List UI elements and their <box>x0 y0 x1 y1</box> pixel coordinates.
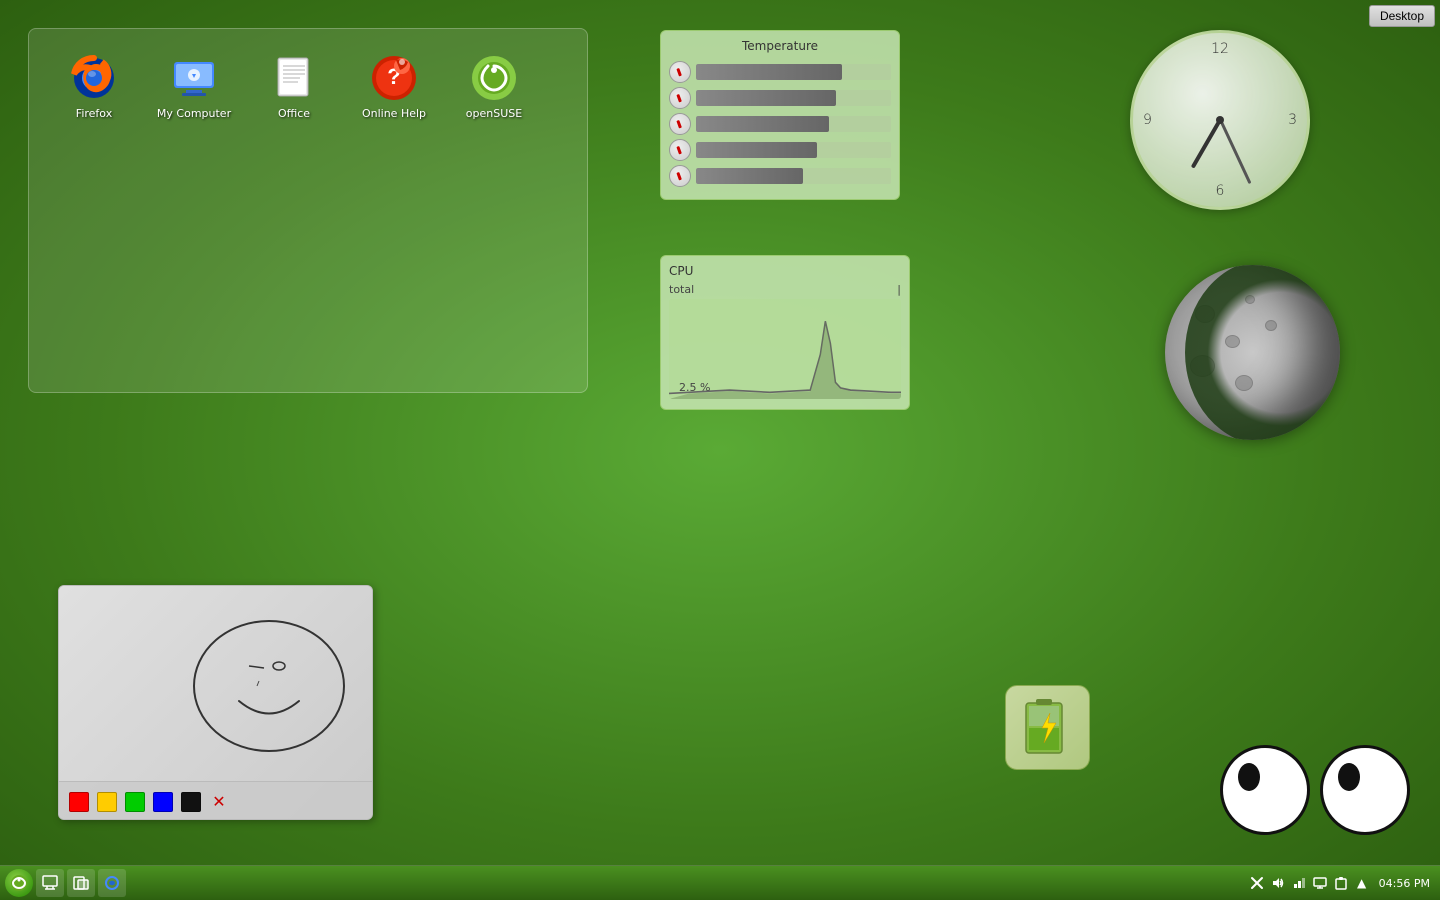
taskbar-tray: ▲ 04:56 PM <box>1248 874 1435 892</box>
temp-bar-container-1 <box>696 64 891 80</box>
office-label: Office <box>278 107 310 120</box>
onlinehelp-icon: ? <box>370 54 418 102</box>
clock-6: 6 <box>1216 183 1225 199</box>
cpu-stats: total | <box>669 283 901 296</box>
firefox-icon-item[interactable]: Firefox <box>49 49 139 125</box>
office-icon-item[interactable]: Office <box>249 49 339 125</box>
temp-bar-container-5 <box>696 168 891 184</box>
temp-gauge-2 <box>669 87 691 109</box>
cpu-percentage: 2.5 % <box>679 381 710 394</box>
eyes-widget <box>1220 745 1410 835</box>
temp-bar-4 <box>696 142 817 158</box>
temp-gauge-5 <box>669 165 691 187</box>
firefox-icon <box>70 54 118 102</box>
taskbar-start-button[interactable] <box>5 869 33 897</box>
drawing-widget[interactable]: ✕ <box>58 585 373 820</box>
clock-widget: 12 3 6 9 <box>1130 30 1310 210</box>
battery-widget <box>1005 685 1090 770</box>
moon-face <box>1165 265 1340 440</box>
taskbar: ▲ 04:56 PM <box>0 865 1440 900</box>
clock-12: 12 <box>1211 41 1229 57</box>
desktop: Desktop Firefox <box>0 0 1440 900</box>
temp-row-2 <box>669 87 891 109</box>
cpu-bar-indicator: | <box>897 283 901 296</box>
opensuse-icon-item[interactable]: openSUSE <box>449 49 539 125</box>
minute-hand <box>1219 119 1251 184</box>
tray-clipboard-icon[interactable] <box>1332 874 1350 892</box>
onlinehelp-label: Online Help <box>362 107 426 120</box>
color-green[interactable] <box>125 792 145 812</box>
cpu-title: CPU <box>669 264 693 278</box>
cpu-header: CPU <box>669 264 901 278</box>
cpu-graph: 2.5 % <box>669 299 901 399</box>
temp-bar-1 <box>696 64 842 80</box>
taskbar-btn-1[interactable] <box>36 869 64 897</box>
taskbar-btn-2[interactable] <box>67 869 95 897</box>
icon-grid: Firefox My Computer <box>29 29 587 145</box>
temp-bar-container-3 <box>696 116 891 132</box>
hour-hand <box>1191 119 1222 169</box>
firefox-label: Firefox <box>76 107 112 120</box>
cpu-total-label: total <box>669 283 694 296</box>
color-black[interactable] <box>181 792 201 812</box>
clock-3: 3 <box>1288 112 1297 128</box>
drawing-canvas[interactable] <box>59 586 372 781</box>
desktop-button[interactable]: Desktop <box>1369 5 1435 27</box>
icon-area: Firefox My Computer <box>28 28 588 393</box>
temp-gauge-4 <box>669 139 691 161</box>
tray-network-icon[interactable] <box>1290 874 1308 892</box>
temp-row-1 <box>669 61 891 83</box>
office-icon <box>270 54 318 102</box>
taskbar-time: 04:56 PM <box>1374 877 1435 890</box>
color-red[interactable] <box>69 792 89 812</box>
color-yellow[interactable] <box>97 792 117 812</box>
pupil-right <box>1338 763 1360 791</box>
taskbar-btn-3[interactable] <box>98 869 126 897</box>
onlinehelp-icon-item[interactable]: ? Online Help <box>349 49 439 125</box>
tray-arrow-icon[interactable]: ▲ <box>1353 874 1371 892</box>
clock-center <box>1216 116 1224 124</box>
temp-row-4 <box>669 139 891 161</box>
drawing-svg <box>59 586 373 781</box>
temp-gauge-3 <box>669 113 691 135</box>
temp-row-5 <box>669 165 891 187</box>
drawing-toolbar: ✕ <box>59 781 372 820</box>
temp-bar-5 <box>696 168 803 184</box>
cpu-widget: CPU total | 2.5 % <box>660 255 910 410</box>
tray-display-icon[interactable] <box>1311 874 1329 892</box>
clock-9: 9 <box>1143 112 1152 128</box>
temperature-widget: Temperature <box>660 30 900 200</box>
temp-bar-container-2 <box>696 90 891 106</box>
temp-row-3 <box>669 113 891 135</box>
clock-face: 12 3 6 9 <box>1130 30 1310 210</box>
moon-shadow <box>1185 265 1340 440</box>
color-blue[interactable] <box>153 792 173 812</box>
moon-widget <box>1165 265 1340 440</box>
temp-gauge-1 <box>669 61 691 83</box>
temp-bar-3 <box>696 116 829 132</box>
temperature-title: Temperature <box>669 39 891 53</box>
drawing-close[interactable]: ✕ <box>209 792 229 812</box>
pupil-left <box>1238 763 1260 791</box>
temp-bar-2 <box>696 90 836 106</box>
mycomputer-label: My Computer <box>157 107 231 120</box>
opensuse-label: openSUSE <box>466 107 522 120</box>
battery-icon-large <box>1018 693 1078 762</box>
mycomputer-icon <box>170 54 218 102</box>
tray-tools-icon[interactable] <box>1248 874 1266 892</box>
temp-bar-container-4 <box>696 142 891 158</box>
tray-volume-icon[interactable] <box>1269 874 1287 892</box>
opensuse-icon <box>470 54 518 102</box>
eye-right <box>1320 745 1410 835</box>
mycomputer-icon-item[interactable]: My Computer <box>149 49 239 125</box>
eye-left <box>1220 745 1310 835</box>
